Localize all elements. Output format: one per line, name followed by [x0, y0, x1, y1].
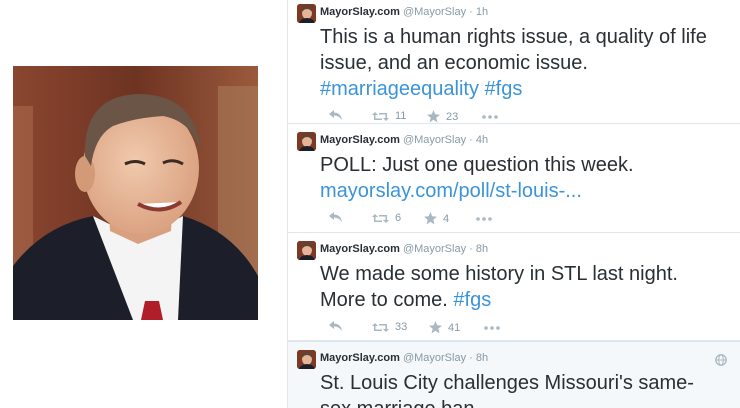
separator-dot: · — [469, 6, 473, 18]
tweet[interactable]: MayorSlay.com @MayorSlay · 8h We made so… — [288, 233, 740, 341]
retweet-count: 11 — [395, 110, 407, 122]
tweet-meta: MayorSlay.com @MayorSlay · 4h — [320, 133, 488, 147]
avatar[interactable] — [297, 4, 316, 23]
user-handle[interactable]: @MayorSlay — [403, 352, 466, 364]
retweet-button[interactable]: 6 — [372, 212, 401, 224]
tweet-text-line: More to come. #fgs — [320, 287, 740, 313]
globe-icon[interactable] — [715, 354, 727, 366]
tweet-meta: MayorSlay.com @MayorSlay · 1h — [320, 5, 488, 19]
tweet-header: MayorSlay.com @MayorSlay · 4h — [297, 132, 740, 152]
favorite-button[interactable]: 23 — [427, 110, 458, 123]
reply-button[interactable] — [329, 212, 342, 222]
tweet-text-fragment: More to come. — [320, 289, 448, 311]
avatar[interactable] — [297, 132, 316, 151]
tweet-text-line: This is a human rights issue, a quality … — [320, 26, 707, 48]
profile-photo — [13, 66, 258, 320]
more-button[interactable] — [484, 326, 500, 330]
retweet-count: 6 — [395, 212, 402, 224]
more-icon — [484, 326, 500, 330]
favorite-count: 23 — [446, 110, 459, 123]
reply-button[interactable] — [329, 110, 342, 120]
tweet-timestamp[interactable]: 8h — [476, 352, 488, 364]
tweet-text-line: St. Louis City challenges Missouri's sam… — [320, 372, 694, 394]
favorite-count: 41 — [448, 321, 461, 334]
tweet-text-line: sex marriage ban — [320, 396, 740, 408]
separator-dot: · — [469, 243, 473, 255]
more-icon — [482, 115, 498, 119]
reply-icon — [329, 212, 342, 222]
tweet-text-line: issue, and an economic issue. — [320, 52, 588, 74]
hashtag-link[interactable]: #fgs — [453, 289, 491, 311]
tweet-actions: 33 41 — [320, 321, 740, 339]
retweet-icon — [372, 111, 389, 121]
tweet-header: MayorSlay.com @MayorSlay · 8h — [297, 350, 740, 370]
tweet-timeline: MayorSlay.com @MayorSlay · 1h This is a … — [287, 0, 740, 408]
separator-dot: · — [469, 352, 473, 364]
tweet-timestamp[interactable]: 8h — [476, 243, 488, 255]
reply-icon — [329, 321, 342, 331]
tweet-text: This is a human rights issue, a quality … — [320, 24, 740, 102]
favorite-button[interactable]: 41 — [429, 321, 460, 334]
tweet-meta: MayorSlay.com @MayorSlay · 8h — [320, 242, 488, 256]
tweet[interactable]: MayorSlay.com @MayorSlay · 4h POLL: Just… — [288, 124, 740, 233]
user-name[interactable]: MayorSlay.com — [320, 134, 400, 146]
tweet-header: MayorSlay.com @MayorSlay · 8h — [297, 241, 740, 261]
tweet-meta: MayorSlay.com @MayorSlay · 8h — [320, 351, 488, 365]
tweet-text: We made some history in STL last night. … — [320, 261, 740, 313]
tweet[interactable]: MayorSlay.com @MayorSlay · 8h St. Louis … — [288, 341, 740, 408]
more-icon — [476, 217, 492, 221]
retweet-icon — [372, 322, 389, 332]
favorite-icon — [429, 321, 442, 334]
user-name[interactable]: MayorSlay.com — [320, 243, 400, 255]
user-handle[interactable]: @MayorSlay — [403, 134, 466, 146]
user-handle[interactable]: @MayorSlay — [403, 6, 466, 18]
separator-dot: · — [469, 134, 473, 146]
user-name[interactable]: MayorSlay.com — [320, 6, 400, 18]
tweet-text: St. Louis City challenges Missouri's sam… — [320, 370, 740, 408]
hashtag-link[interactable]: #marriageequality #fgs — [320, 76, 740, 102]
tweet-timestamp[interactable]: 1h — [476, 6, 488, 18]
favorite-icon — [424, 212, 437, 225]
retweet-button[interactable]: 11 — [372, 110, 406, 122]
retweet-button[interactable]: 33 — [372, 321, 407, 333]
retweet-count: 33 — [395, 321, 408, 333]
more-button[interactable] — [482, 115, 498, 119]
user-name[interactable]: MayorSlay.com — [320, 352, 400, 364]
poll-link[interactable]: mayorslay.com/poll/st-louis-... — [320, 178, 740, 204]
favorite-icon — [427, 110, 440, 123]
avatar[interactable] — [297, 241, 316, 260]
tweet-text: POLL: Just one question this week. mayor… — [320, 152, 740, 204]
reply-icon — [329, 110, 342, 120]
user-handle[interactable]: @MayorSlay — [403, 243, 466, 255]
tweet-actions: 6 4 — [320, 212, 740, 230]
reply-button[interactable] — [329, 321, 342, 331]
favorite-count: 4 — [443, 212, 450, 225]
tweet-text-line: We made some history in STL last night. — [320, 263, 678, 285]
tweet-header: MayorSlay.com @MayorSlay · 1h — [297, 4, 740, 24]
avatar[interactable] — [297, 350, 316, 369]
tweet-text-line: POLL: Just one question this week. — [320, 154, 634, 176]
more-button[interactable] — [476, 217, 492, 221]
favorite-button[interactable]: 4 — [424, 212, 449, 225]
retweet-icon — [372, 213, 389, 223]
tweet-timestamp[interactable]: 4h — [476, 134, 488, 146]
tweet[interactable]: MayorSlay.com @MayorSlay · 1h This is a … — [288, 0, 740, 124]
